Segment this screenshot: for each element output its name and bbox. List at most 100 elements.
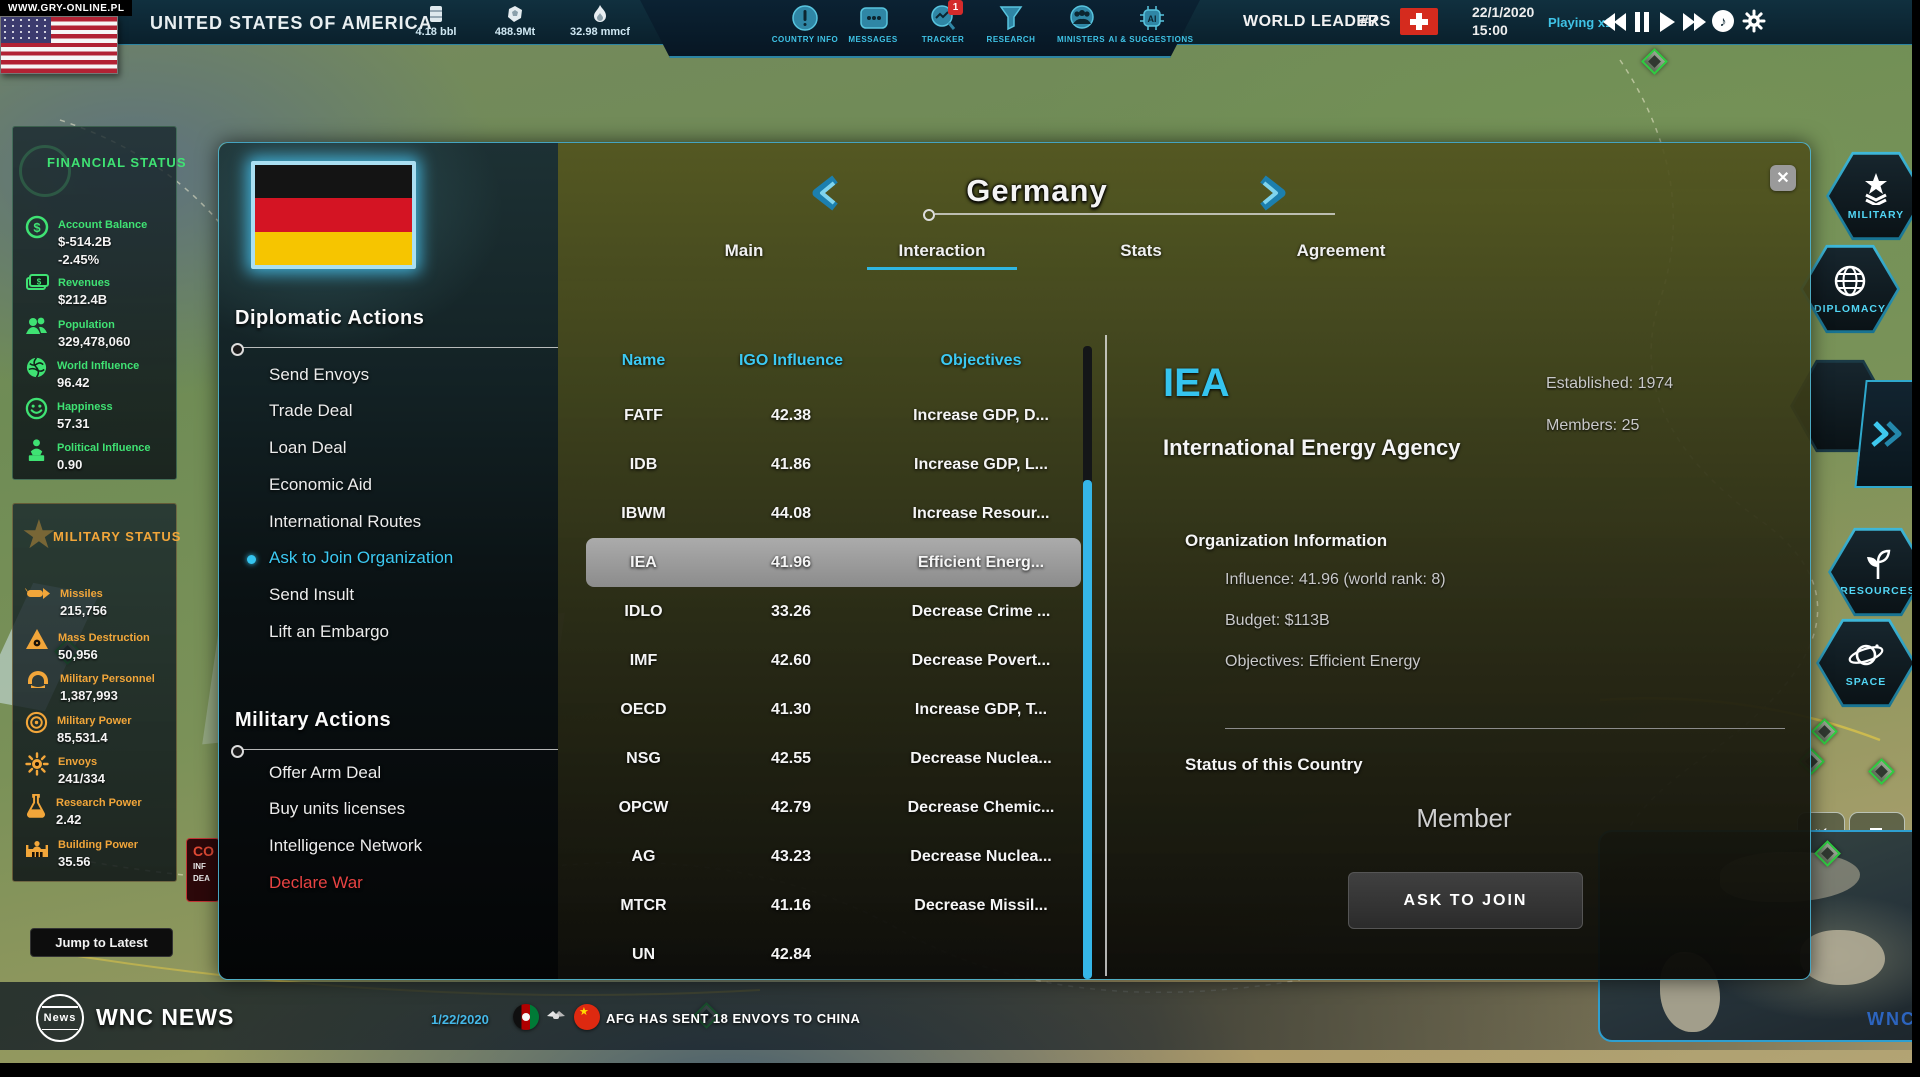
- org-objectives: Increase Resour...: [881, 505, 1081, 523]
- stat-mass-destruction: Mass Destruction 50,956: [25, 628, 150, 664]
- military-status-title: MILITARY STATUS: [53, 529, 181, 544]
- hex-resources-button[interactable]: RESOURCES: [1828, 526, 1920, 618]
- section-line: [242, 749, 558, 750]
- news-headline: AFG HAS SENT 18 ENVOYS TO CHINA: [606, 1011, 860, 1026]
- settings-gear-button[interactable]: [1742, 9, 1766, 33]
- resource-coal: 488.9Mt: [475, 4, 555, 38]
- globe-icon: [25, 356, 48, 379]
- coal-icon: [505, 4, 525, 24]
- table-row-imf[interactable]: IMF42.60Decrease Povert...: [586, 636, 1081, 685]
- table-row-idb[interactable]: IDB41.86Increase GDP, L...: [586, 440, 1081, 489]
- sidebar-expand-arrow[interactable]: [1854, 380, 1920, 488]
- hex-space-button[interactable]: SPACE: [1816, 617, 1916, 709]
- pause-button[interactable]: [1634, 11, 1650, 33]
- org-members: Members: 25: [1546, 417, 1639, 435]
- table-row-opcw[interactable]: OPCW42.79Decrease Chemic...: [586, 783, 1081, 832]
- stat-world-influence: World Influence 96.42: [25, 356, 139, 392]
- hex-label: DIPLOMACY: [1814, 303, 1886, 315]
- action-loan-deal[interactable]: Loan Deal: [269, 438, 347, 458]
- stat-value: 50,956: [58, 647, 98, 662]
- stat-population: Population 329,478,060: [25, 315, 130, 351]
- table-row-un[interactable]: UN42.84: [586, 930, 1081, 979]
- action-declare-war[interactable]: Declare War: [269, 873, 363, 893]
- active-tab-underline: [867, 267, 1017, 270]
- stat-value: 35.56: [58, 854, 91, 869]
- tab-agreement[interactable]: Agreement: [1297, 241, 1386, 261]
- table-row-nsg[interactable]: NSG42.55Decrease Nuclea...: [586, 734, 1081, 783]
- action-offer-arm-deal[interactable]: Offer Arm Deal: [269, 763, 381, 783]
- action-buy-units-licenses[interactable]: Buy units licenses: [269, 799, 405, 819]
- table-row-iea-selected[interactable]: IEA41.96Efficient Energ...: [586, 538, 1081, 587]
- germany-flag-red-band: [255, 198, 412, 231]
- nav-ai-suggestions[interactable]: AI AI & SUGGESTIONS: [1106, 4, 1196, 44]
- status-of-country-title: Status of this Country: [1185, 755, 1363, 775]
- rewind-button[interactable]: [1602, 11, 1628, 33]
- table-row-mtcr[interactable]: MTCR41.16Decrease Missil...: [586, 881, 1081, 930]
- stat-label: Missiles: [60, 588, 103, 600]
- radiation-icon: [25, 628, 49, 650]
- close-icon[interactable]: ✕: [1770, 165, 1796, 191]
- scrollbar-thumb[interactable]: [1083, 480, 1092, 979]
- messages-icon: [859, 4, 887, 32]
- org-name: UN: [586, 946, 701, 964]
- action-lift-an-embargo[interactable]: Lift an Embargo: [269, 622, 389, 642]
- action-ask-to-join-organization[interactable]: Ask to Join Organization: [269, 548, 453, 568]
- action-international-routes[interactable]: International Routes: [269, 512, 421, 532]
- org-established: Established: 1974: [1546, 375, 1673, 393]
- org-table-header: Name IGO Influence Objectives: [586, 346, 1081, 376]
- combat-notification[interactable]: CO INF DEA: [186, 838, 220, 902]
- action-trade-deal[interactable]: Trade Deal: [269, 401, 352, 421]
- stat-military-power: Military Power 85,531.4: [25, 711, 132, 747]
- tracker-icon: 1: [929, 4, 957, 32]
- action-send-insult[interactable]: Send Insult: [269, 585, 354, 605]
- action-send-envoys[interactable]: Send Envoys: [269, 365, 369, 385]
- country-info-icon: [791, 4, 819, 32]
- play-button[interactable]: [1658, 11, 1676, 33]
- table-row-idlo[interactable]: IDLO33.26Decrease Crime ...: [586, 587, 1081, 636]
- nav-label: MINISTERS: [1057, 35, 1105, 44]
- action-intelligence-network[interactable]: Intelligence Network: [269, 836, 422, 856]
- selected-action-dot: [247, 555, 256, 564]
- hex-label: MILITARY: [1848, 209, 1904, 221]
- building-icon: [25, 835, 49, 859]
- stat-envoys: Envoys 241/334: [25, 752, 105, 788]
- org-name: OPCW: [586, 799, 701, 817]
- stat-value: 2.42: [56, 812, 81, 827]
- action-economic-aid[interactable]: Economic Aid: [269, 475, 372, 495]
- stat-value: $-514.2B: [58, 234, 111, 249]
- target-icon: [25, 711, 48, 734]
- org-name: OECD: [586, 701, 701, 719]
- tab-interaction[interactable]: Interaction: [899, 241, 986, 261]
- org-influence: 41.96: [701, 554, 881, 572]
- minimap-landmass: [1800, 930, 1885, 985]
- tab-main[interactable]: Main: [725, 241, 764, 261]
- org-info-title: Organization Information: [1185, 531, 1387, 551]
- missile-icon: [25, 584, 51, 602]
- right-letterbox: [1912, 0, 1920, 1077]
- table-row-fatf[interactable]: FATF42.38Increase GDP, D...: [586, 391, 1081, 440]
- next-country-button[interactable]: [1255, 175, 1289, 211]
- table-row-ibwm[interactable]: IBWM44.08Increase Resour...: [586, 489, 1081, 538]
- military-actions-title: Military Actions: [235, 709, 391, 732]
- hex-military-button[interactable]: MILITARY: [1826, 150, 1920, 242]
- stat-label: Military Power: [57, 715, 132, 727]
- stat-value: 0.90: [57, 457, 82, 472]
- org-name: IDB: [586, 456, 701, 474]
- site-watermark: WWW.GRY-ONLINE.PL: [0, 0, 132, 16]
- political-icon: [25, 438, 48, 463]
- jump-to-latest-button[interactable]: Jump to Latest: [30, 928, 173, 957]
- table-row-oecd[interactable]: OECD41.30Increase GDP, T...: [586, 685, 1081, 734]
- hex-diplomacy-button[interactable]: DIPLOMACY: [1800, 243, 1900, 335]
- ask-to-join-button[interactable]: ASK TO JOIN: [1348, 872, 1583, 929]
- tab-stats[interactable]: Stats: [1120, 241, 1162, 261]
- germany-flag: [251, 161, 416, 269]
- oil-barrel-icon: [427, 4, 445, 24]
- table-row-ag[interactable]: AG43.23Decrease Nuclea...: [586, 832, 1081, 881]
- music-button[interactable]: ♪: [1712, 10, 1734, 32]
- prev-country-button[interactable]: [809, 175, 843, 211]
- org-objectives: Decrease Chemic...: [881, 799, 1081, 817]
- org-objectives: Increase GDP, D...: [881, 407, 1081, 425]
- fast-forward-button[interactable]: [1682, 11, 1708, 33]
- table-scrollbar[interactable]: [1083, 346, 1092, 979]
- news-date: 1/22/2020: [431, 1012, 489, 1027]
